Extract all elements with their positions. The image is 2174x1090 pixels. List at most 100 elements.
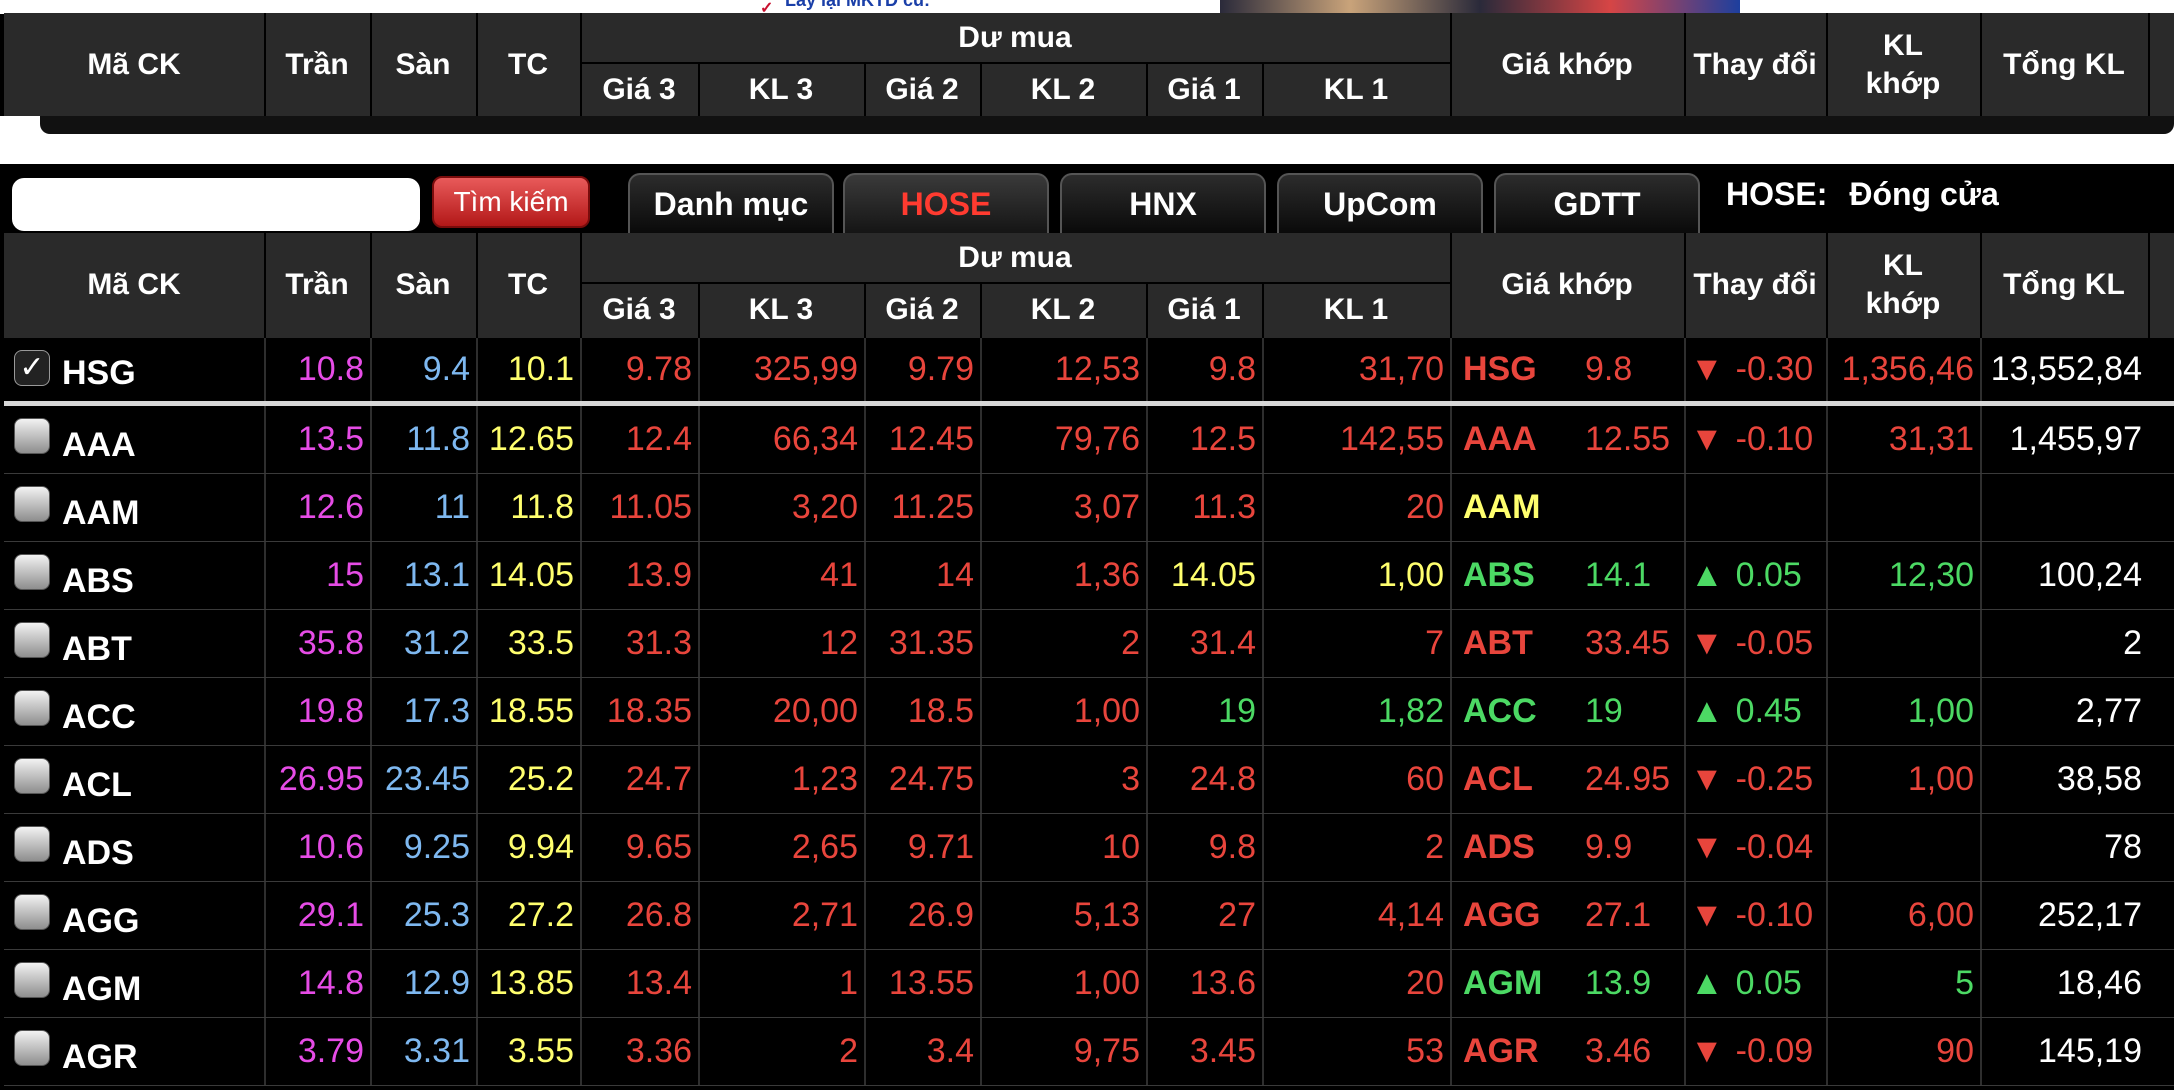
symbol-code: AAA (62, 426, 136, 464)
search-input[interactable] (12, 178, 420, 231)
price-change: ▼ -0.30 (1690, 338, 1820, 401)
matched-volume: 5 (1826, 950, 1980, 1017)
tab-hnx[interactable]: HNX (1060, 173, 1266, 233)
bid-price-2: 11.25 (864, 474, 980, 541)
table-row[interactable]: AGG 29.1 25.3 27.2 26.8 2,71 26.9 5,13 27 4,14 6,0… (4, 882, 2174, 950)
table-row[interactable]: AGR 3.79 3.31 3.55 3.36 2 3.4 9,75 3.45 53 90 145,1… (4, 1018, 2174, 1086)
bid-volume-3: 66,34 (698, 406, 864, 473)
table-row[interactable]: ABT 35.8 31.2 33.5 31.3 12 31.35 2 31.4 7 2 ABT 33.4… (4, 610, 2174, 678)
match-symbol: ACC (1463, 692, 1537, 730)
match-symbol: AGR (1463, 1032, 1539, 1070)
header-kl-khop: KL khớp (1865, 249, 1941, 320)
match-price: 9.9 (1585, 828, 1633, 866)
match-price: 13.9 (1585, 964, 1652, 1002)
change-value: -0.09 (1735, 1032, 1814, 1070)
bid-price-3: 18.35 (580, 678, 698, 745)
table-row[interactable]: ABS 15 13.1 14.05 13.9 41 14 1,36 14.05 1,00 12,30… (4, 542, 2174, 610)
change-value: 0.05 (1735, 964, 1802, 1002)
watchlist-checkbox[interactable] (14, 758, 50, 794)
bid-volume-3: 12 (698, 610, 864, 677)
header-gia-khop: Giá khớp (1501, 47, 1633, 81)
watchlist-checkbox[interactable] (14, 962, 50, 998)
table-row[interactable]: AAM 12.6 11 11.8 11.05 3,20 11.25 3,07 11.3 20 AAM (4, 474, 2174, 542)
watchlist-checkbox[interactable] (14, 826, 50, 862)
symbol-cell: AAM (4, 474, 264, 541)
change-arrow-icon: ▲ (1690, 692, 1724, 730)
header-tc: TC (508, 267, 548, 301)
tab-gdtt[interactable]: GDTT (1494, 173, 1700, 233)
floor-price: 23.45 (370, 746, 476, 813)
change-value: -0.10 (1735, 896, 1814, 934)
floor-price: 25.3 (370, 882, 476, 949)
change-value: -0.25 (1735, 760, 1814, 798)
watchlist-checkbox[interactable]: ✓ (14, 350, 50, 386)
price-change: ▼ -0.09 (1690, 1018, 1820, 1085)
price-change (1690, 474, 1820, 541)
total-volume: 38,58 (1980, 746, 2148, 813)
tab-danh-muc[interactable]: Danh mục (628, 173, 834, 233)
bid-price-2: 9.79 (864, 338, 980, 401)
match-price: 14.1 (1585, 556, 1652, 594)
header-kl-2: KL 2 (1030, 292, 1096, 326)
table-row[interactable]: ADS 10.6 9.25 9.94 9.65 2,65 9.71 10 9.8 2 78 ADS 9.… (4, 814, 2174, 882)
change-value: 0.05 (1735, 556, 1802, 594)
matched-volume: 1,00 (1826, 678, 1980, 745)
bid-price-2: 18.5 (864, 678, 980, 745)
header-tran: Trần (285, 47, 349, 81)
tab-upcom[interactable]: UpCom (1277, 173, 1483, 233)
ceiling-price: 29.1 (264, 882, 370, 949)
change-value: 0.45 (1735, 692, 1802, 730)
bid-volume-1: 142,55 (1262, 406, 1450, 473)
promo-banner[interactable]: ✓ Lấy lại MKTD cũ: (0, 0, 2174, 14)
header-gia-2: Giá 2 (885, 72, 959, 106)
table-row[interactable]: ✓ HSG 10.8 9.4 10.1 9.78 325,99 9.79 12,53 9.8 31,… (4, 338, 2174, 406)
watchlist-checkbox[interactable] (14, 418, 50, 454)
change-value: -0.30 (1735, 350, 1814, 388)
watchlist-checkbox[interactable] (14, 486, 50, 522)
change-arrow-icon: ▲ (1690, 556, 1724, 594)
table-row[interactable]: ACC 19.8 17.3 18.55 18.35 20,00 18.5 1,00 19 1,82… (4, 678, 2174, 746)
bid-volume-1: 4,14 (1262, 882, 1450, 949)
watchlist-checkbox[interactable] (14, 622, 50, 658)
symbol-code: AGG (62, 902, 140, 940)
header-ma-ck: Mã CK (87, 267, 181, 301)
watchlist-checkbox[interactable] (14, 554, 50, 590)
symbol-cell: ✓ HSG (4, 338, 264, 401)
floor-price: 17.3 (370, 678, 476, 745)
price-change: ▼ -0.25 (1690, 746, 1820, 813)
bid-price-1: 19 (1146, 678, 1262, 745)
table-row[interactable]: AAA 13.5 11.8 12.65 12.4 66,34 12.45 79,76 12.5 1… (4, 406, 2174, 474)
change-arrow-icon: ▼ (1690, 624, 1724, 662)
tab-hose[interactable]: HOSE (843, 173, 1049, 233)
bid-price-3: 9.78 (580, 338, 698, 401)
bid-volume-2: 79,76 (980, 406, 1146, 473)
bid-volume-1: 1,00 (1262, 542, 1450, 609)
bid-volume-2: 10 (980, 814, 1146, 881)
match-price: 3.46 (1585, 1032, 1652, 1070)
header-san: Sàn (395, 47, 451, 81)
bid-volume-2: 12,53 (980, 338, 1146, 401)
header-gia-1: Giá 1 (1167, 292, 1241, 326)
table-header: Mã CK Trần Sàn TC Dư mua Giá 3 KL 3 Giá 2 KL 2 Gi… (4, 233, 2174, 338)
watchlist-checkbox[interactable] (14, 894, 50, 930)
table-row[interactable]: AGM 14.8 12.9 13.85 13.4 1 13.55 1,00 13.6 20 5 18,… (4, 950, 2174, 1018)
reference-price: 9.94 (476, 814, 580, 881)
symbol-code: AGM (62, 970, 142, 1008)
change-arrow-icon: ▼ (1690, 896, 1724, 934)
watchlist-checkbox[interactable] (14, 690, 50, 726)
bid-volume-1: 60 (1262, 746, 1450, 813)
reference-price: 3.55 (476, 1018, 580, 1085)
search-button[interactable]: Tìm kiếm (432, 176, 590, 228)
match-symbol: HSG (1463, 350, 1537, 388)
watchlist-checkbox[interactable] (14, 1030, 50, 1066)
table-row[interactable]: ACL 26.95 23.45 25.2 24.7 1,23 24.75 3 24.8 60 1,0… (4, 746, 2174, 814)
reference-price: 13.85 (476, 950, 580, 1017)
header-du-mua: Dư mua (958, 241, 1072, 275)
matched-volume: 90 (1826, 1018, 1980, 1085)
floor-price: 12.9 (370, 950, 476, 1017)
header-tc: TC (508, 47, 548, 81)
bid-price-2: 14 (864, 542, 980, 609)
floor-price: 3.31 (370, 1018, 476, 1085)
price-change: ▼ -0.10 (1690, 882, 1820, 949)
banner-text: Lấy lại MKTD cũ: (785, 0, 931, 10)
